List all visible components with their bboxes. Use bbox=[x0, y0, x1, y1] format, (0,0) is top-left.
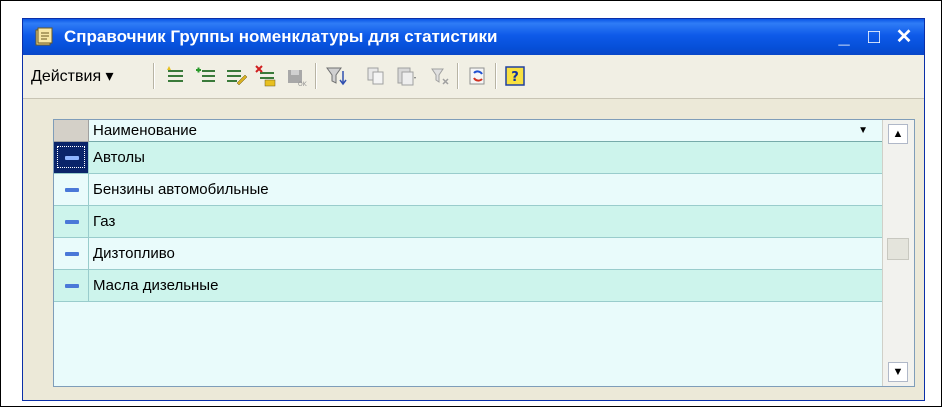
svg-text:?: ? bbox=[511, 70, 519, 85]
item-icon bbox=[65, 284, 79, 288]
table-row[interactable]: Дизтопливо bbox=[54, 238, 882, 270]
toolbar-divider bbox=[23, 98, 924, 99]
paste-icon[interactable] bbox=[395, 65, 417, 87]
clear-filter-icon[interactable] bbox=[429, 65, 451, 87]
scroll-down-button[interactable]: ▼ bbox=[888, 362, 908, 382]
row-marker bbox=[54, 238, 89, 269]
row-label: Газ bbox=[93, 213, 116, 230]
row-marker bbox=[54, 142, 89, 173]
svg-text:OK: OK bbox=[298, 81, 307, 87]
refresh-icon[interactable] bbox=[467, 65, 489, 87]
maximize-button[interactable]: □ bbox=[860, 24, 888, 50]
toolbar-separator bbox=[457, 63, 459, 89]
toolbar-separator bbox=[495, 63, 497, 89]
table-row[interactable]: Масла дизельные bbox=[54, 270, 882, 302]
row-marker bbox=[54, 270, 89, 301]
scroll-thumb[interactable] bbox=[887, 238, 909, 260]
toolbar: Действия ▾ OK ? bbox=[23, 55, 924, 98]
toolbar-separator bbox=[315, 63, 317, 89]
row-marker bbox=[54, 206, 89, 237]
screenshot-frame: Справочник Группы номенклатуры для стати… bbox=[0, 0, 942, 407]
edit-icon[interactable] bbox=[225, 65, 247, 87]
vertical-scrollbar[interactable]: ▲ ▼ bbox=[882, 120, 914, 386]
add-item-icon[interactable] bbox=[165, 65, 187, 87]
reference-window: Справочник Группы номенклатуры для стати… bbox=[22, 18, 925, 401]
column-header-name[interactable]: Наименование ▼ bbox=[89, 120, 882, 142]
row-label: Автолы bbox=[93, 149, 145, 166]
table-row[interactable]: Автолы bbox=[54, 142, 882, 174]
window-title: Справочник Группы номенклатуры для стати… bbox=[64, 27, 498, 46]
titlebar[interactable]: Справочник Группы номенклатуры для стати… bbox=[23, 19, 924, 55]
row-marker bbox=[54, 174, 89, 205]
save-icon[interactable]: OK bbox=[285, 65, 307, 87]
item-icon bbox=[65, 188, 79, 192]
filter-icon[interactable] bbox=[325, 65, 347, 87]
actions-menu-button[interactable]: Действия ▾ bbox=[31, 66, 114, 86]
table-row[interactable]: Газ bbox=[54, 206, 882, 238]
catalog-icon bbox=[35, 27, 53, 46]
items-table[interactable]: Наименование ▼ Автолы Бензины автомобиль… bbox=[53, 119, 915, 387]
item-icon bbox=[65, 252, 79, 256]
header-corner bbox=[54, 120, 89, 142]
help-icon[interactable]: ? bbox=[504, 65, 526, 87]
row-label: Дизтопливо bbox=[93, 245, 175, 262]
close-button[interactable]: ✕ bbox=[890, 24, 918, 50]
sort-arrow-icon[interactable]: ▼ bbox=[858, 120, 868, 142]
item-icon bbox=[65, 156, 79, 160]
add-group-icon[interactable] bbox=[195, 65, 217, 87]
delete-icon[interactable] bbox=[255, 65, 277, 87]
toolbar-separator bbox=[153, 63, 155, 89]
row-label: Масла дизельные bbox=[93, 277, 219, 294]
row-label: Бензины автомобильные bbox=[93, 181, 269, 198]
scroll-up-button[interactable]: ▲ bbox=[888, 124, 908, 144]
minimize-button[interactable]: _ bbox=[830, 24, 858, 50]
item-icon bbox=[65, 220, 79, 224]
copy-icon[interactable] bbox=[365, 65, 387, 87]
column-header-label: Наименование bbox=[93, 122, 197, 139]
table-row[interactable]: Бензины автомобильные bbox=[54, 174, 882, 206]
